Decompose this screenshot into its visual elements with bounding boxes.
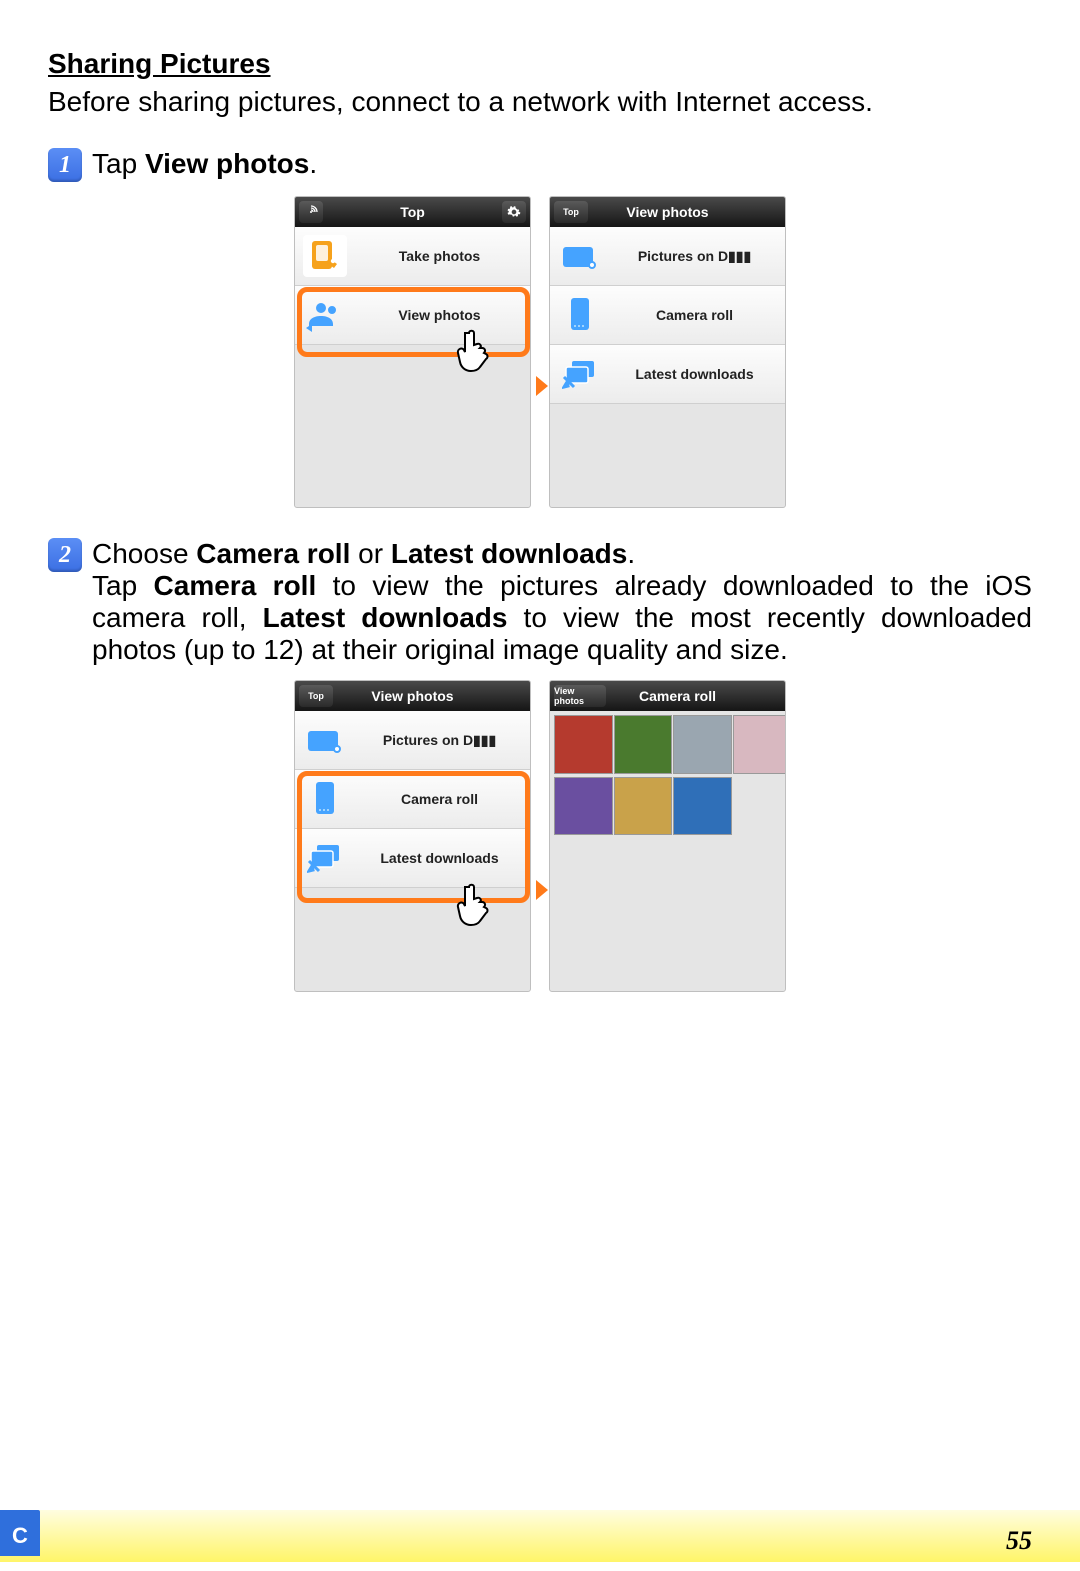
photo-thumbnail[interactable] bbox=[673, 715, 732, 774]
section-tab: C bbox=[0, 1510, 40, 1556]
camera-roll-icon bbox=[558, 294, 602, 336]
intro-text: Before sharing pictures, connect to a ne… bbox=[48, 84, 1032, 120]
photo-thumbnail[interactable] bbox=[614, 777, 673, 836]
page-number: 55 bbox=[1006, 1526, 1032, 1556]
screenshot-view-photos: Top View photos Pictures on D▮▮▮ bbox=[549, 196, 786, 508]
latest-downloads-icon bbox=[303, 837, 347, 879]
menu-label: Pictures on D▮▮▮ bbox=[357, 732, 522, 749]
menu-item-camera-roll[interactable]: Camera roll bbox=[295, 770, 530, 829]
screenshot-camera-roll: View photos Camera roll bbox=[549, 680, 786, 992]
menu-label: Latest downloads bbox=[357, 850, 522, 866]
back-button[interactable]: Top bbox=[299, 685, 333, 707]
menu-label: Camera roll bbox=[357, 791, 522, 807]
step-2-screenshots: Top View photos Pictures on D▮▮▮ bbox=[48, 680, 1032, 992]
step-2-body: Tap Camera roll to view the pictures alr… bbox=[92, 570, 1032, 666]
menu-item-take-photos[interactable]: Take photos bbox=[295, 227, 530, 286]
step-1-screenshots: Top Take photos bbox=[48, 196, 1032, 508]
header-title: Camera roll bbox=[639, 688, 716, 704]
menu-label: Take photos bbox=[357, 248, 522, 264]
header-title: View photos bbox=[371, 688, 453, 704]
section-title: Sharing Pictures bbox=[48, 48, 1032, 80]
photo-thumbnail[interactable] bbox=[554, 715, 613, 774]
menu-label: View photos bbox=[357, 307, 522, 323]
header-title: Top bbox=[400, 204, 425, 220]
thumbnail-grid bbox=[550, 711, 785, 835]
pictures-on-icon bbox=[558, 235, 602, 277]
menu-item-camera-roll[interactable]: Camera roll bbox=[550, 286, 785, 345]
back-button[interactable]: View photos bbox=[554, 685, 606, 707]
app-header: Top bbox=[295, 197, 530, 227]
photo-thumbnail[interactable] bbox=[673, 777, 732, 836]
photo-thumbnail[interactable] bbox=[554, 777, 613, 836]
menu-label: Pictures on D▮▮▮ bbox=[612, 248, 777, 265]
menu-item-pictures-on[interactable]: Pictures on D▮▮▮ bbox=[550, 227, 785, 286]
gear-icon[interactable] bbox=[502, 201, 526, 223]
menu-item-latest-downloads[interactable]: Latest downloads bbox=[550, 345, 785, 404]
page-footer: C 55 bbox=[0, 1510, 1080, 1562]
menu-item-pictures-on[interactable]: Pictures on D▮▮▮ bbox=[295, 711, 530, 770]
step-1: 1 Tap View photos. Top bbox=[48, 148, 1032, 508]
arrow-right-icon bbox=[536, 376, 548, 396]
header-title: View photos bbox=[626, 204, 708, 220]
app-header: View photos Camera roll bbox=[550, 681, 785, 711]
arrow-right-icon bbox=[536, 880, 548, 900]
step-1-title: Tap View photos. bbox=[92, 148, 317, 180]
app-header: Top View photos bbox=[550, 197, 785, 227]
view-photos-icon bbox=[303, 294, 347, 336]
take-photos-icon bbox=[303, 235, 347, 277]
signal-icon[interactable] bbox=[299, 201, 323, 223]
latest-downloads-icon bbox=[558, 353, 602, 395]
photo-thumbnail[interactable] bbox=[733, 715, 787, 774]
screenshot-view-photos-2: Top View photos Pictures on D▮▮▮ bbox=[294, 680, 531, 992]
back-button[interactable]: Top bbox=[554, 201, 588, 223]
step-2: 2 Choose Camera roll or Latest downloads… bbox=[48, 538, 1032, 992]
menu-label: Camera roll bbox=[612, 307, 777, 323]
step-2-title: Choose Camera roll or Latest downloads. bbox=[92, 538, 1032, 570]
camera-roll-icon bbox=[303, 778, 347, 820]
screenshot-top-menu: Top Take photos bbox=[294, 196, 531, 508]
pictures-on-icon bbox=[303, 719, 347, 761]
step-badge-2: 2 bbox=[48, 538, 82, 572]
tap-hand-icon bbox=[455, 327, 495, 373]
step-badge-1: 1 bbox=[48, 148, 82, 182]
photo-thumbnail[interactable] bbox=[614, 715, 673, 774]
menu-label: Latest downloads bbox=[612, 366, 777, 382]
tap-hand-icon bbox=[455, 881, 495, 927]
menu-item-latest-downloads[interactable]: Latest downloads bbox=[295, 829, 530, 888]
app-header: Top View photos bbox=[295, 681, 530, 711]
